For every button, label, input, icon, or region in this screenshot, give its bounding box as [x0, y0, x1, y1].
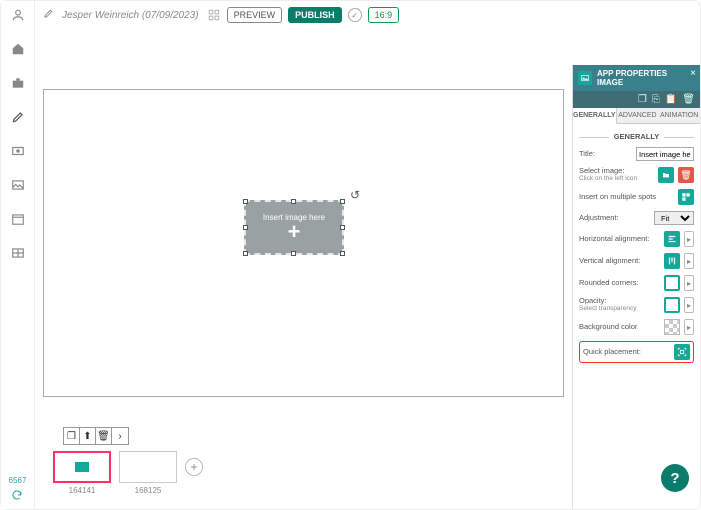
corners-more-icon[interactable]: ▸ — [684, 275, 694, 291]
pencil-icon[interactable] — [43, 8, 54, 22]
corners-icon[interactable] — [664, 275, 680, 291]
panel-header-actions: ❐ ⎘ 📋 🗑 — [573, 91, 700, 108]
adjustment-label: Adjustment: — [579, 214, 650, 222]
publish-button[interactable]: PUBLISH — [288, 7, 342, 23]
add-page-button[interactable]: + — [185, 458, 203, 476]
image-placeholder[interactable]: ↺ Insert image here + — [244, 200, 344, 255]
image-icon[interactable] — [10, 177, 26, 193]
left-rail: 6567 — [1, 1, 35, 509]
panel-body: GENERALLY Title: Select image: Click on … — [573, 124, 700, 374]
quick-placement-icon[interactable] — [674, 344, 690, 360]
bgcolor-swatch[interactable] — [664, 319, 680, 335]
title-label: Title: — [579, 150, 632, 158]
close-icon[interactable]: × — [690, 68, 696, 79]
duplicate-icon[interactable]: ❐ — [638, 94, 647, 105]
select-image-label: Select image: Click on the left icon — [579, 167, 654, 183]
copy-icon[interactable]: ⎘ — [652, 94, 660, 105]
topbar: Jesper Weinreich (07/09/2023) PREVIEW PU… — [35, 1, 700, 29]
chevron-right-icon[interactable]: › — [112, 428, 128, 444]
bgcolor-label: Background color — [579, 323, 660, 331]
rail-id: 6567 — [9, 476, 27, 509]
preview-button[interactable]: PREVIEW — [227, 7, 283, 23]
page-thumbnails: 164141 168125 + — [43, 445, 564, 509]
properties-panel: APP PROPERTIES IMAGE × ❐ ⎘ 📋 🗑 GENERALLY… — [572, 65, 700, 509]
valign-icon[interactable] — [664, 253, 680, 269]
corners-label: Rounded corners: — [579, 279, 660, 287]
aspect-ratio-button[interactable]: 16:9 — [368, 7, 400, 23]
user-icon[interactable] — [10, 7, 26, 23]
image-app-icon — [578, 71, 592, 85]
halign-label: Horizontal alignment: — [579, 235, 660, 243]
thumbnail[interactable]: 164141 — [53, 451, 111, 495]
edit-icon[interactable] — [10, 109, 26, 125]
opacity-icon[interactable] — [664, 297, 680, 313]
multi-insert-label: Insert on multiple spots — [579, 193, 674, 201]
halign-icon[interactable] — [664, 231, 680, 247]
home-icon[interactable] — [10, 41, 26, 57]
thumbnail-id: 164141 — [53, 486, 111, 495]
grid-icon[interactable] — [207, 8, 221, 22]
bgcolor-more-icon[interactable]: ▸ — [684, 319, 694, 335]
inbox-icon[interactable] — [10, 143, 26, 159]
thumbnail[interactable]: 168125 — [119, 451, 177, 495]
quick-placement-label: Quick placement: — [583, 348, 670, 356]
tab-generally[interactable]: GENERALLY — [573, 108, 617, 124]
check-icon[interactable]: ✓ — [348, 8, 362, 22]
delete-image-icon[interactable]: 🗑 — [678, 167, 694, 183]
title-input[interactable] — [636, 147, 694, 161]
tab-animation[interactable]: ANIMATION — [658, 108, 700, 124]
panel-title-2: IMAGE — [597, 78, 667, 87]
tab-advanced[interactable]: ADVANCED — [617, 108, 659, 124]
panel-title-1: APP PROPERTIES — [597, 69, 667, 78]
multi-insert-icon[interactable] — [678, 189, 694, 205]
opacity-label: Opacity: Select transparency — [579, 297, 660, 313]
toolbar: ❐ ⬆ 🗑 › — [63, 427, 129, 445]
panel-header: APP PROPERTIES IMAGE × — [573, 65, 700, 91]
copy-icon[interactable]: ❐ — [64, 428, 80, 444]
section-title: GENERALLY — [579, 132, 694, 141]
delete-icon[interactable]: 🗑 — [682, 94, 695, 105]
panel-tabs: GENERALLY ADVANCED ANIMATION — [573, 108, 700, 124]
canvas-stage[interactable]: ↺ Insert image here + — [43, 89, 564, 397]
valign-more-icon[interactable]: ▸ — [684, 253, 694, 269]
briefcase-icon[interactable] — [10, 75, 26, 91]
calendar-icon[interactable] — [10, 211, 26, 227]
image-icon — [75, 462, 89, 472]
adjustment-select[interactable]: Fit — [654, 211, 694, 225]
quick-placement-row: Quick placement: — [579, 341, 694, 363]
valign-label: Vertical alignment: — [579, 257, 660, 265]
paste-icon[interactable]: 📋 — [665, 94, 677, 105]
rotate-handle-icon[interactable]: ↺ — [350, 188, 360, 202]
sync-icon[interactable] — [9, 487, 25, 503]
trash-icon[interactable]: 🗑 — [96, 428, 112, 444]
opacity-more-icon[interactable]: ▸ — [684, 297, 694, 313]
folder-icon[interactable] — [658, 167, 674, 183]
help-button[interactable]: ? — [661, 464, 689, 492]
plus-icon: + — [288, 222, 301, 242]
upload-icon[interactable]: ⬆ — [80, 428, 96, 444]
halign-more-icon[interactable]: ▸ — [684, 231, 694, 247]
thumbnail-id: 168125 — [119, 486, 177, 495]
document-title: Jesper Weinreich (07/09/2023) — [62, 10, 199, 21]
table-icon[interactable] — [10, 245, 26, 261]
